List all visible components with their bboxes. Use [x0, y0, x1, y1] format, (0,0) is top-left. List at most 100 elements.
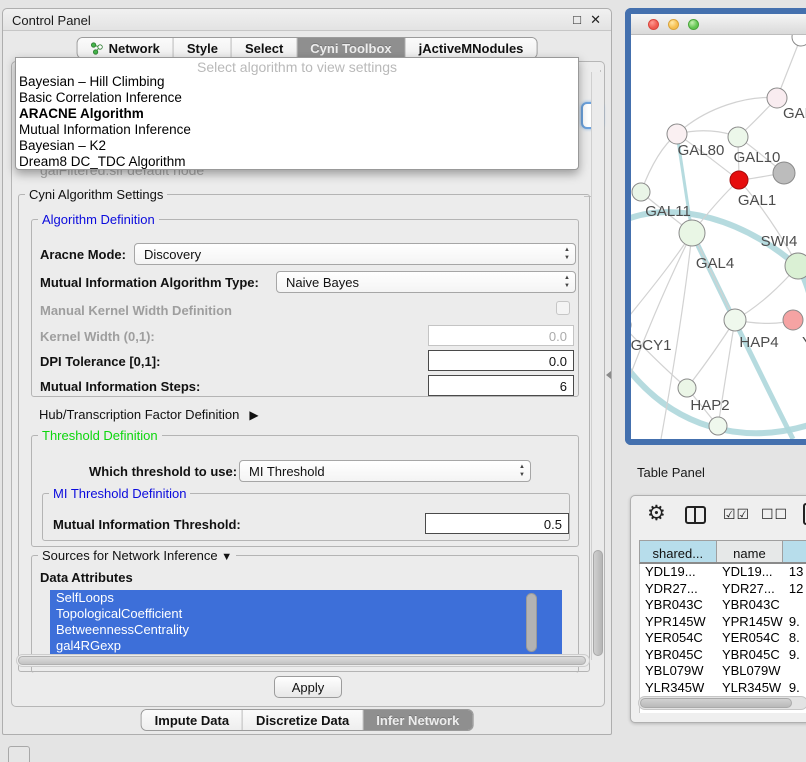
- network-node-hap4[interactable]: [724, 309, 746, 331]
- network-node-y[interactable]: [783, 310, 803, 330]
- vertical-scrollbar-thumb[interactable]: [593, 550, 603, 656]
- combo-arrows-icon: ▲▼: [564, 246, 570, 262]
- network-edge[interactable]: [677, 98, 777, 134]
- network-edge[interactable]: [631, 233, 692, 325]
- table-row[interactable]: YBR045CYBR045C9.: [640, 647, 806, 664]
- network-edge[interactable]: [631, 233, 692, 395]
- algorithm-option[interactable]: Dream8 DC_TDC Algorithm: [16, 154, 578, 170]
- table-horizontal-scrollbar[interactable]: [638, 696, 806, 710]
- table-header-row: shared...name: [639, 540, 806, 564]
- kernel-width-field[interactable]: 0.0: [428, 325, 574, 346]
- deselect-all-columns-icon[interactable]: ☐☐: [761, 506, 788, 523]
- data-attributes-list[interactable]: SelfLoopsTopologicalCoefficientBetweenne…: [50, 590, 562, 655]
- aracne-mode-select[interactable]: Discovery ▲▼: [134, 243, 576, 265]
- tab-select[interactable]: Select: [232, 38, 297, 58]
- table-row[interactable]: YDL19...YDL19...13: [640, 564, 806, 581]
- table-row[interactable]: YDR27...YDR27...12: [640, 581, 806, 598]
- table-cell: YER054C: [717, 630, 784, 647]
- float-window-icon[interactable]: □: [573, 12, 581, 27]
- mi-threshold-field[interactable]: 0.5: [425, 513, 569, 534]
- algorithm-placeholder: Select algorithm to view settings: [16, 58, 578, 74]
- attribute-list-item[interactable]: TopologicalCoefficient: [50, 606, 562, 622]
- control-panel-title: Control Panel: [12, 13, 91, 28]
- table-row[interactable]: YPR145WYPR145W9.: [640, 614, 806, 631]
- manual-kernel-checkbox[interactable]: [556, 301, 570, 315]
- attribute-list-item[interactable]: BetweennessCentrality: [50, 622, 562, 638]
- network-node-label: SWI4: [761, 233, 798, 250]
- mi-steps-field[interactable]: 6: [428, 375, 574, 396]
- table-toolbar: ⚙ ☑☑ ☐☐: [631, 496, 806, 536]
- algorithm-list: Bayesian – Hill ClimbingBasic Correlatio…: [16, 74, 578, 170]
- minimized-panel-icon[interactable]: [8, 746, 30, 762]
- close-window-icon[interactable]: ✕: [590, 12, 601, 28]
- dpi-tolerance-field[interactable]: 0.0: [428, 350, 574, 371]
- which-threshold-select[interactable]: MI Threshold ▲▼: [239, 460, 531, 482]
- network-node-swi4[interactable]: [785, 253, 806, 279]
- splitter-collapse-icon[interactable]: [606, 371, 611, 379]
- network-view-window[interactable]: GALGAL80GAL10GAL1GAL11GAL4SWI4HAP4YGCY1H…: [625, 8, 806, 445]
- expand-right-icon[interactable]: ▶: [249, 408, 258, 422]
- network-node[interactable]: [792, 35, 806, 46]
- horizontal-scrollbar-thumb[interactable]: [18, 656, 586, 665]
- network-node-gal10[interactable]: [728, 127, 748, 147]
- columns-icon[interactable]: [685, 506, 706, 524]
- gear-icon[interactable]: ⚙: [647, 501, 666, 526]
- collapse-down-icon[interactable]: ▼: [221, 551, 232, 563]
- algorithm-option[interactable]: Mutual Information Inference: [16, 122, 578, 138]
- network-icon: [91, 42, 104, 55]
- network-node-gal11[interactable]: [632, 183, 650, 201]
- tab-infer-network[interactable]: Infer Network: [363, 710, 472, 730]
- algorithm-option[interactable]: Bayesian – Hill Climbing: [16, 74, 578, 90]
- attribute-list-item[interactable]: gal4RGexp: [50, 638, 562, 654]
- table-scrollbar-thumb[interactable]: [640, 698, 792, 708]
- table-row[interactable]: YBR043CYBR043C: [640, 597, 806, 614]
- which-threshold-value: MI Threshold: [249, 464, 325, 479]
- network-edge[interactable]: [687, 320, 735, 388]
- zoom-traffic-light-icon[interactable]: [688, 19, 699, 30]
- attribute-list-scrollbar[interactable]: [526, 593, 537, 652]
- network-node[interactable]: [709, 417, 727, 435]
- table-column-header[interactable]: [783, 541, 806, 562]
- table-column-header[interactable]: name: [717, 541, 784, 562]
- network-node-label: GAL1: [738, 192, 776, 209]
- tab-style[interactable]: Style: [174, 38, 232, 58]
- tab-impute-data[interactable]: Impute Data: [142, 710, 243, 730]
- table-cell: 9.: [784, 614, 806, 631]
- network-node-gal4[interactable]: [679, 220, 705, 246]
- table-cell: YDL19...: [640, 564, 717, 581]
- mi-threshold-group-title: MI Threshold Definition: [49, 486, 190, 501]
- minimize-traffic-light-icon[interactable]: [668, 19, 679, 30]
- network-node-hap2[interactable]: [678, 379, 696, 397]
- table-column-header[interactable]: shared...: [640, 541, 717, 562]
- tab-discretize-data[interactable]: Discretize Data: [243, 710, 363, 730]
- tab-cyni-toolbox[interactable]: Cyni Toolbox: [297, 38, 405, 58]
- network-node-gal1[interactable]: [730, 171, 748, 189]
- network-node-label: HAP2: [690, 397, 729, 414]
- apply-button[interactable]: Apply: [274, 676, 342, 698]
- network-edge[interactable]: [692, 233, 735, 320]
- table-cell: YBR045C: [640, 647, 717, 664]
- algorithm-option[interactable]: Bayesian – K2: [16, 138, 578, 154]
- select-all-columns-icon[interactable]: ☑☑: [723, 506, 750, 523]
- attribute-list-item[interactable]: SelfLoops: [50, 590, 562, 606]
- settings-vertical-scrollbar[interactable]: [591, 72, 604, 660]
- table-row[interactable]: YER054CYER054C8.: [640, 630, 806, 647]
- settings-horizontal-scrollbar[interactable]: [16, 654, 590, 667]
- aracne-mode-value: Discovery: [144, 247, 201, 262]
- network-canvas[interactable]: GALGAL80GAL10GAL1GAL11GAL4SWI4HAP4YGCY1H…: [631, 35, 806, 444]
- algorithm-option[interactable]: ARACNE Algorithm: [16, 106, 578, 122]
- hub-transcription-section[interactable]: Hub/Transcription Factor Definition▶: [39, 407, 259, 422]
- tab-discretize-data-label: Discretize Data: [256, 713, 349, 728]
- tab-jactivemnodules[interactable]: jActiveMNodules: [406, 38, 537, 58]
- tab-network[interactable]: Network: [78, 38, 174, 58]
- table-cell: YPR145W: [717, 614, 784, 631]
- mi-threshold-label: Mutual Information Threshold:: [53, 517, 241, 532]
- algorithm-option[interactable]: Basic Correlation Inference: [16, 90, 578, 106]
- network-node-gal80[interactable]: [667, 124, 687, 144]
- mi-algorithm-type-select[interactable]: Naive Bayes ▲▼: [276, 271, 576, 293]
- close-traffic-light-icon[interactable]: [648, 19, 659, 30]
- table-row[interactable]: YBL079WYBL079W: [640, 663, 806, 680]
- table-row[interactable]: YLR345WYLR345W9.: [640, 680, 806, 697]
- network-node-label: GAL: [783, 105, 806, 122]
- data-attributes-label: Data Attributes: [40, 570, 133, 585]
